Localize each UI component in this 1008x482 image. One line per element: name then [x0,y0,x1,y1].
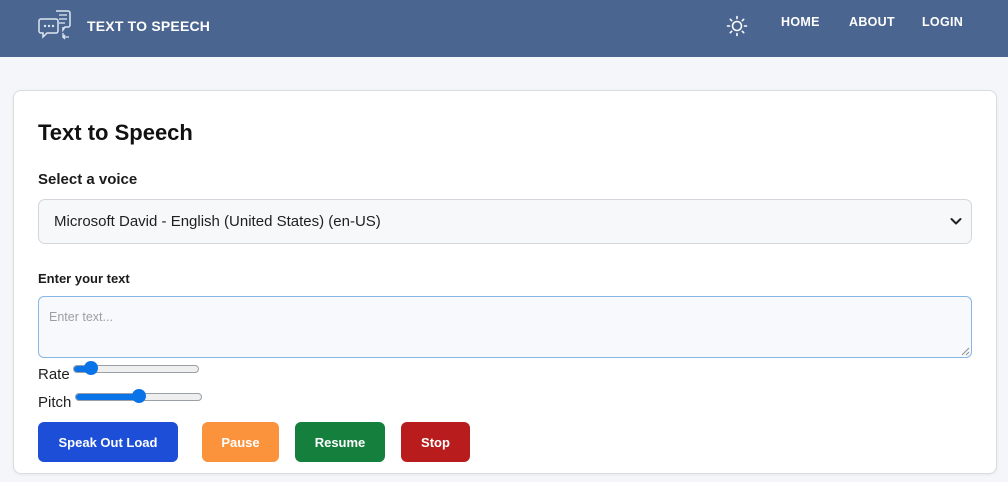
speech-bubbles-icon [38,10,71,40]
nav-login-link[interactable]: LOGIN [922,15,963,29]
page-title: Text to Speech [38,120,193,145]
nav-home-link[interactable]: HOME [781,15,820,29]
voice-select[interactable]: Microsoft David - English (United States… [38,199,972,244]
rate-label: Rate [38,366,70,383]
text-input-label: Enter your text [38,271,130,286]
top-navbar: TEXT TO SPEECH HOME ABOUT LOGIN [0,0,1008,57]
resume-button[interactable]: Resume [295,422,385,462]
text-input[interactable] [38,296,972,358]
stop-button[interactable]: Stop [401,422,470,462]
pause-button[interactable]: Pause [202,422,279,462]
voice-select-value: Microsoft David - English (United States… [54,213,381,230]
chevron-down-icon [950,218,962,225]
nav-about-link[interactable]: ABOUT [849,15,895,29]
pitch-slider[interactable] [75,389,202,405]
sun-icon[interactable] [726,15,748,37]
rate-slider[interactable] [73,361,199,377]
voice-label: Select a voice [38,171,138,188]
brand[interactable]: TEXT TO SPEECH [38,9,210,43]
tts-card [13,90,997,474]
resize-grip-icon[interactable] [960,346,970,356]
brand-title: TEXT TO SPEECH [87,18,211,34]
pitch-slider-fill [76,394,139,400]
pitch-slider-thumb[interactable] [131,389,146,403]
speak-button[interactable]: Speak Out Load [38,422,178,462]
pitch-label: Pitch [38,394,72,411]
